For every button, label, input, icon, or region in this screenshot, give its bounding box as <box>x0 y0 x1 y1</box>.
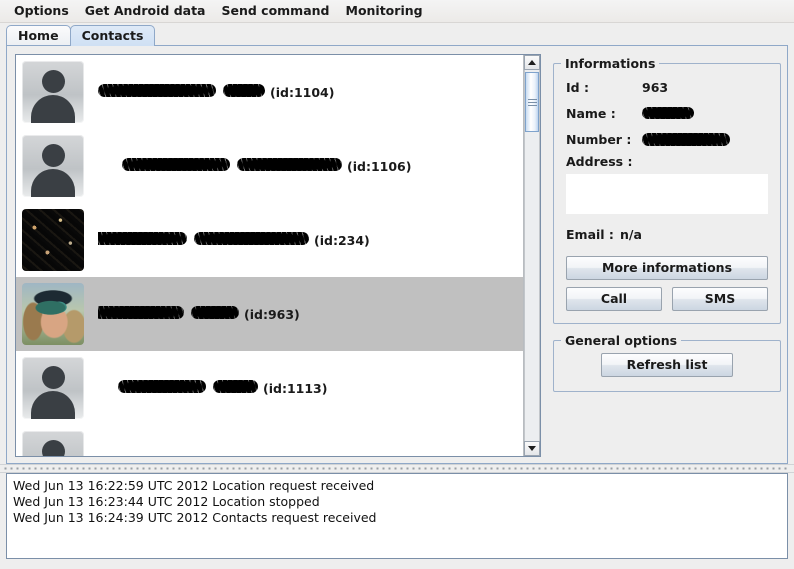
informations-group: Informations Id : 963 Name : Number : Ad… <box>553 56 781 324</box>
redacted-surname <box>191 306 239 319</box>
informations-group-title: Informations <box>561 56 660 71</box>
scrollbar-track[interactable] <box>524 70 540 441</box>
call-button[interactable]: Call <box>566 287 662 311</box>
log-line: Wed Jun 13 16:23:44 UTC 2012 Location st… <box>13 494 320 509</box>
menu-item-monitoring[interactable]: Monitoring <box>338 1 431 21</box>
email-label: Email : <box>566 226 614 242</box>
log-console[interactable]: Wed Jun 13 16:22:59 UTC 2012 Location re… <box>6 473 788 559</box>
contact-avatar-icon <box>22 135 84 197</box>
contacts-list-scrollpane: (id:1104) (id:1106) (id:234) (id:963) (i… <box>15 54 541 457</box>
split-pane: (id:1104) (id:1106) (id:234) (id:963) (i… <box>7 46 787 463</box>
list-item[interactable]: (id:1113) <box>16 351 523 425</box>
contacts-list[interactable]: (id:1104) (id:1106) (id:234) (id:963) (i… <box>16 55 523 456</box>
contact-avatar-icon <box>22 431 84 456</box>
redacted-name <box>98 306 184 319</box>
scroll-up-button[interactable] <box>524 55 540 70</box>
list-item[interactable]: (id:234) <box>16 203 523 277</box>
address-label: Address : <box>566 154 633 169</box>
tab-bar: Home Contacts <box>0 23 794 46</box>
divider-grip-icon <box>4 467 790 470</box>
redacted-surname <box>194 232 309 245</box>
application-window: Options Get Android data Send command Mo… <box>0 0 794 569</box>
refresh-row: Refresh list <box>566 351 768 377</box>
refresh-list-button[interactable]: Refresh list <box>601 353 733 377</box>
email-value: n/a <box>620 226 642 242</box>
number-row: Number : <box>566 126 768 152</box>
contact-label: (id:1106) <box>98 158 411 174</box>
redacted-name <box>98 84 216 97</box>
id-row: Id : 963 <box>566 74 768 100</box>
menu-bar: Options Get Android data Send command Mo… <box>0 0 794 23</box>
email-row: Email : n/a <box>566 222 768 246</box>
redacted-name <box>98 232 187 245</box>
tab-contacts[interactable]: Contacts <box>69 25 156 46</box>
side-panel: Informations Id : 963 Name : Number : Ad… <box>553 54 781 457</box>
contact-avatar-icon <box>22 357 84 419</box>
contact-id: (id:1104) <box>270 85 335 100</box>
window-bottom-edge <box>0 565 794 569</box>
log-line: Wed Jun 13 16:24:39 UTC 2012 Contacts re… <box>13 510 377 525</box>
list-item[interactable]: (id:1104) <box>16 55 523 129</box>
contact-label: (id:1104) <box>98 84 334 100</box>
scroll-down-icon <box>528 446 536 451</box>
contact-avatar-icon <box>22 61 84 123</box>
tab-home[interactable]: Home <box>6 25 71 46</box>
name-label: Name : <box>566 105 616 121</box>
menu-item-send-command[interactable]: Send command <box>213 1 337 21</box>
address-field[interactable] <box>566 174 768 214</box>
redacted-surname <box>237 158 342 171</box>
list-item[interactable] <box>16 425 523 456</box>
menu-item-options[interactable]: Options <box>6 1 77 21</box>
id-label: Id : <box>566 79 589 95</box>
contacts-scrollbar[interactable] <box>523 55 540 456</box>
redacted-name <box>122 158 230 171</box>
split-pane-divider[interactable] <box>0 464 794 473</box>
sms-button[interactable]: SMS <box>672 287 768 311</box>
general-options-group-title: General options <box>561 333 682 348</box>
list-item-selected[interactable]: (id:963) <box>16 277 523 351</box>
call-sms-row: Call SMS <box>566 287 768 311</box>
redacted-name <box>118 380 206 393</box>
contact-id: (id:234) <box>314 233 370 248</box>
number-label: Number : <box>566 131 632 147</box>
contact-avatar-icon <box>22 209 84 271</box>
scroll-down-button[interactable] <box>524 441 540 456</box>
contact-label: (id:1113) <box>98 380 327 396</box>
redacted-number-value <box>642 132 730 146</box>
name-row: Name : <box>566 100 768 126</box>
log-line: Wed Jun 13 16:22:59 UTC 2012 Location re… <box>13 478 375 493</box>
redacted-name-value <box>642 107 694 119</box>
split-pane-top: (id:1104) (id:1106) (id:234) (id:963) (i… <box>7 46 787 463</box>
contacts-tab-panel: (id:1104) (id:1106) (id:234) (id:963) (i… <box>6 46 788 464</box>
contact-avatar-icon <box>22 283 84 345</box>
general-options-group: General options Refresh list <box>553 333 781 392</box>
redacted-surname <box>223 84 265 97</box>
contact-label: (id:963) <box>98 306 300 322</box>
redacted-surname <box>213 380 258 393</box>
menu-item-get-android-data[interactable]: Get Android data <box>77 1 214 21</box>
contact-id: (id:1106) <box>347 159 412 174</box>
id-value: 963 <box>642 79 669 95</box>
contact-label: (id:234) <box>98 232 370 248</box>
scrollbar-grip-icon <box>527 97 537 108</box>
more-informations-button[interactable]: More informations <box>566 256 768 280</box>
contact-id: (id:963) <box>244 307 300 322</box>
scrollbar-thumb[interactable] <box>525 72 539 132</box>
scroll-up-icon <box>528 60 536 65</box>
list-item[interactable]: (id:1106) <box>16 129 523 203</box>
contact-id: (id:1113) <box>263 381 328 396</box>
